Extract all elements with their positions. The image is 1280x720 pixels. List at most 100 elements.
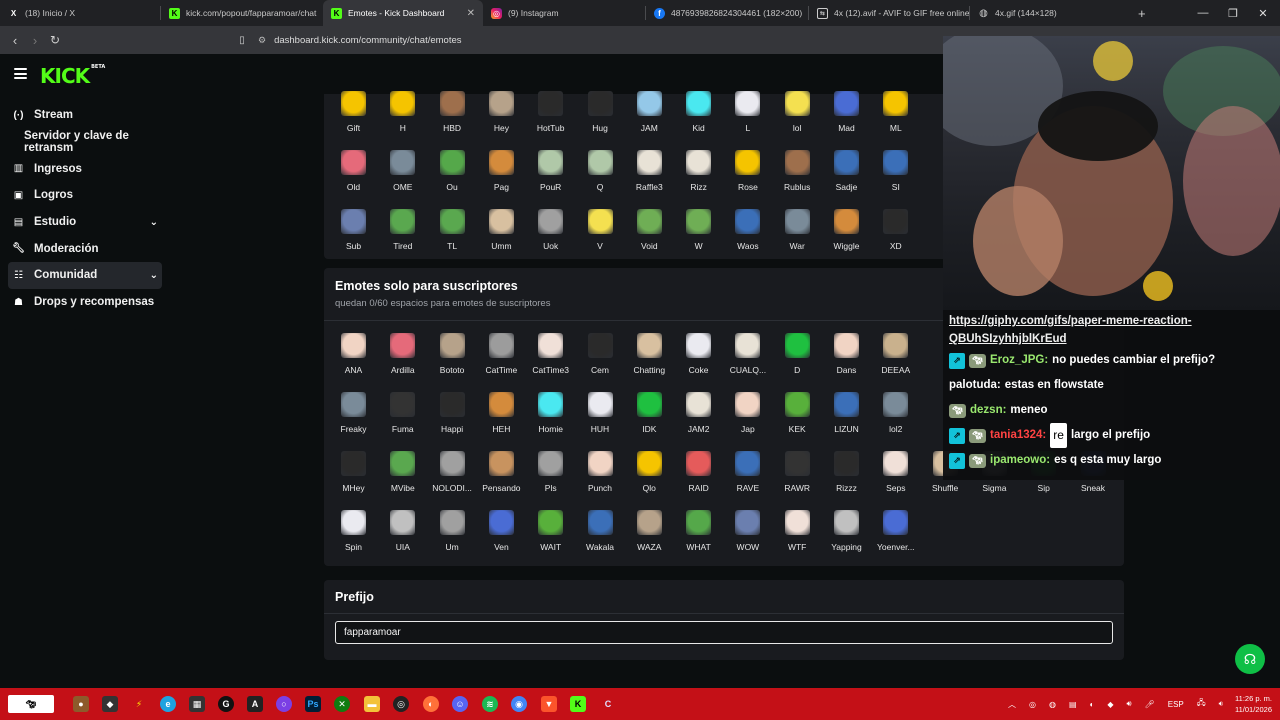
emote-pls[interactable]: Pls [526, 445, 575, 503]
edge-icon[interactable]: e [160, 696, 176, 712]
sidebar-item-moderacion[interactable]: 🔧︎ Moderación [0, 235, 170, 262]
emote-raid[interactable]: RAID [674, 445, 723, 503]
emote-mad[interactable]: Mad [822, 85, 871, 143]
discord-icon[interactable]: ☺ [452, 696, 468, 712]
brave-icon[interactable]: ▼ [541, 696, 557, 712]
chevron-down-icon[interactable]: ⌄ [150, 270, 158, 281]
network-icon[interactable]: 🖧︎ [1197, 697, 1206, 711]
emote-waza[interactable]: WAZA [625, 504, 674, 562]
emote-wakala[interactable]: Wakala [576, 504, 625, 562]
start-custom-icon[interactable]: 🐄︎ [8, 695, 54, 713]
site-info-icon[interactable]: ⚙ [258, 35, 266, 46]
tab-emotes-dashboard[interactable]: K Emotes - Kick Dashboard ✕ [323, 0, 483, 26]
emote-d[interactable]: D [773, 327, 822, 385]
emote-yoenver[interactable]: Yoenver... [871, 504, 920, 562]
emote-sub[interactable]: Sub [329, 203, 378, 261]
folder-icon[interactable]: ▬ [364, 696, 380, 712]
emote-q[interactable]: Q [576, 144, 625, 202]
emote-war[interactable]: War [773, 203, 822, 261]
tab-x[interactable]: X (18) Inicio / X [0, 0, 160, 26]
emote-tl[interactable]: TL [428, 203, 477, 261]
help-chat-button[interactable]: ☊ [1235, 644, 1265, 674]
app-icon[interactable]: C [600, 696, 616, 712]
emote-cem[interactable]: Cem [576, 327, 625, 385]
tray-app-icon[interactable]: ▤ [1069, 700, 1077, 709]
emote-pensando[interactable]: Pensando [477, 445, 526, 503]
menu-icon[interactable] [14, 68, 27, 79]
tray-app-icon[interactable]: ◎ [1029, 700, 1036, 709]
emote-rublus[interactable]: Rublus [773, 144, 822, 202]
emote-v[interactable]: V [576, 203, 625, 261]
emote-dans[interactable]: Dans [822, 327, 871, 385]
app-icon[interactable]: ▦ [189, 696, 205, 712]
emote-kid[interactable]: Kid [674, 85, 723, 143]
emote-umm[interactable]: Umm [477, 203, 526, 261]
emote-hug[interactable]: Hug [576, 85, 625, 143]
chat-message-link[interactable]: https://giphy.com/gifs/paper-meme-reacti… [949, 312, 1274, 348]
sidebar-item-ingresos[interactable]: ▥ Ingresos [0, 155, 170, 182]
emote-raffle3[interactable]: Raffle3 [625, 144, 674, 202]
speaker-icon[interactable]: 🔊︎ [1127, 699, 1132, 709]
chat-username[interactable]: palotuda: [949, 373, 1001, 398]
emote-lol2[interactable]: lol2 [871, 386, 920, 444]
lightning-icon[interactable]: ⚡︎ [131, 696, 147, 712]
emote-bototo[interactable]: Bototo [428, 327, 477, 385]
emote-rawr[interactable]: RAWR [773, 445, 822, 503]
emote-jam2[interactable]: JAM2 [674, 386, 723, 444]
emote-freaky[interactable]: Freaky [329, 386, 378, 444]
sidebar-item-estudio[interactable]: ▤ Estudio ⌄ [0, 209, 170, 236]
emote-rave[interactable]: RAVE [723, 445, 772, 503]
emote-pour[interactable]: PouR [526, 144, 575, 202]
close-tab-icon[interactable]: ✕ [467, 8, 475, 19]
clock[interactable]: 11:26 p. m. 11/01/2026 [1235, 693, 1272, 715]
emote-waos[interactable]: Waos [723, 203, 772, 261]
emote-gift[interactable]: Gift [329, 85, 378, 143]
emote-wow[interactable]: WOW [723, 504, 772, 562]
emote-punch[interactable]: Punch [576, 445, 625, 503]
photoshop-icon[interactable]: Ps [305, 696, 321, 712]
emote-mvibe[interactable]: MVibe [378, 445, 427, 503]
emote-happi[interactable]: Happi [428, 386, 477, 444]
close-window-icon[interactable]: ✕ [1248, 0, 1278, 26]
url-field[interactable]: ⚙ dashboard.kick.com/community/chat/emot… [258, 30, 948, 50]
mic-icon[interactable]: 🎤︎ [1145, 700, 1155, 709]
emote-pag[interactable]: Pag [477, 144, 526, 202]
app-icon[interactable]: A [247, 696, 263, 712]
emote-nolodi[interactable]: NOLODI... [428, 445, 477, 503]
emote-l[interactable]: L [723, 85, 772, 143]
chat-username[interactable]: ipameowo: [990, 448, 1050, 473]
sidebar-item-logros[interactable]: ▣ Logros [0, 182, 170, 209]
emote-ome[interactable]: OME [378, 144, 427, 202]
emote-ou[interactable]: Ou [428, 144, 477, 202]
bookmark-icon[interactable]: ▯ [232, 30, 252, 50]
tray-app-icon[interactable]: ◍ [1049, 700, 1056, 709]
emote-ven[interactable]: Ven [477, 504, 526, 562]
emote-chatting[interactable]: Chatting [625, 327, 674, 385]
chevron-up-icon[interactable]: ︿ [1008, 699, 1016, 710]
emote-fuma[interactable]: Fuma [378, 386, 427, 444]
emote-coke[interactable]: Coke [674, 327, 723, 385]
emote-homie[interactable]: Homie [526, 386, 575, 444]
emote-jap[interactable]: Jap [723, 386, 772, 444]
back-icon[interactable]: ‹ [5, 30, 25, 50]
reload-icon[interactable]: ↻ [45, 30, 65, 50]
language-indicator[interactable]: ESP [1168, 700, 1184, 709]
new-tab-button[interactable]: + [1130, 0, 1160, 26]
emote-lizun[interactable]: LIZUN [822, 386, 871, 444]
chat-username[interactable]: dezsn: [970, 398, 1006, 423]
firefox-icon[interactable]: ◐ [423, 696, 439, 712]
sidebar-item-stream-key[interactable]: Servidor y clave de retransm [0, 129, 170, 156]
emote-hottub[interactable]: HotTub [526, 85, 575, 143]
chat-username[interactable]: tania1324: [990, 423, 1046, 448]
emote-lol[interactable]: lol [773, 85, 822, 143]
emote-cattime[interactable]: CatTime [477, 327, 526, 385]
tab-facebook-image[interactable]: f 4876939826824304461 (182×200) [646, 0, 808, 26]
emote-um[interactable]: Um [428, 504, 477, 562]
emote-qlo[interactable]: Qlo [625, 445, 674, 503]
emote-kek[interactable]: KEK [773, 386, 822, 444]
emote-xd[interactable]: XD [871, 203, 920, 261]
sidebar-item-comunidad[interactable]: ☷ Comunidad ⌄ [8, 262, 162, 289]
volume-icon[interactable]: 🔉︎ [1219, 699, 1224, 709]
forward-icon[interactable]: › [25, 30, 45, 50]
emote-uia[interactable]: UIA [378, 504, 427, 562]
